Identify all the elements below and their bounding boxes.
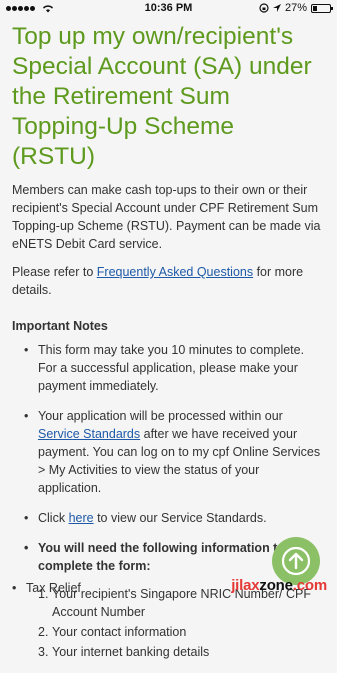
list-number: 2. bbox=[38, 625, 49, 639]
battery-icon bbox=[311, 3, 333, 13]
refer-prefix: Please refer to bbox=[12, 265, 97, 279]
list-text: Your contact information bbox=[52, 625, 187, 639]
battery-fill bbox=[313, 5, 317, 11]
list-number: 3. bbox=[38, 645, 49, 659]
required-info-list: 1. Your recipient's Singapore NRIC Number… bbox=[38, 585, 322, 661]
note-item: Your application will be processed withi… bbox=[24, 407, 322, 497]
status-bar: 10:36 PM 27% bbox=[0, 0, 337, 18]
list-item: 2. Your contact information bbox=[38, 623, 322, 641]
watermark-part: .com bbox=[292, 577, 327, 594]
watermark: jilaxzone.com bbox=[231, 577, 327, 594]
note-item: This form may take you 10 minutes to com… bbox=[24, 341, 322, 395]
note-text: Your application will be processed withi… bbox=[38, 409, 283, 423]
notes-list: This form may take you 10 minutes to com… bbox=[12, 341, 322, 661]
intro-text: Members can make cash top-ups to their o… bbox=[12, 183, 321, 251]
watermark-part: jilax bbox=[231, 577, 260, 594]
note-text: to view our Service Standards. bbox=[93, 511, 267, 525]
page-title: Top up my own/recipient's Special Accoun… bbox=[12, 23, 312, 170]
lock-rotation-icon bbox=[259, 3, 269, 13]
note-text: You will need the following information … bbox=[38, 541, 285, 573]
service-standards-link[interactable]: Service Standards bbox=[38, 427, 140, 441]
faq-link[interactable]: Frequently Asked Questions bbox=[97, 265, 253, 279]
tax-relief-item: Tax Relief bbox=[12, 581, 81, 595]
battery-percent: 27% bbox=[284, 2, 307, 14]
status-right: 27% bbox=[259, 2, 333, 14]
list-text: Your internet banking details bbox=[52, 645, 210, 659]
main-content: Top up my own/recipient's Special Accoun… bbox=[12, 22, 322, 673]
here-link[interactable]: here bbox=[69, 511, 94, 525]
note-item: Click here to view our Service Standards… bbox=[24, 509, 322, 527]
location-icon bbox=[272, 3, 281, 12]
note-text: This form may take you 10 minutes to com… bbox=[38, 343, 305, 393]
list-item: 3. Your internet banking details bbox=[38, 643, 322, 661]
arrow-up-icon bbox=[281, 546, 311, 576]
watermark-part: zone bbox=[259, 577, 293, 594]
important-notes-heading: Important Notes bbox=[12, 319, 108, 333]
note-text: Click bbox=[38, 511, 69, 525]
refer-text: Please refer to Frequently Asked Questio… bbox=[12, 263, 322, 299]
